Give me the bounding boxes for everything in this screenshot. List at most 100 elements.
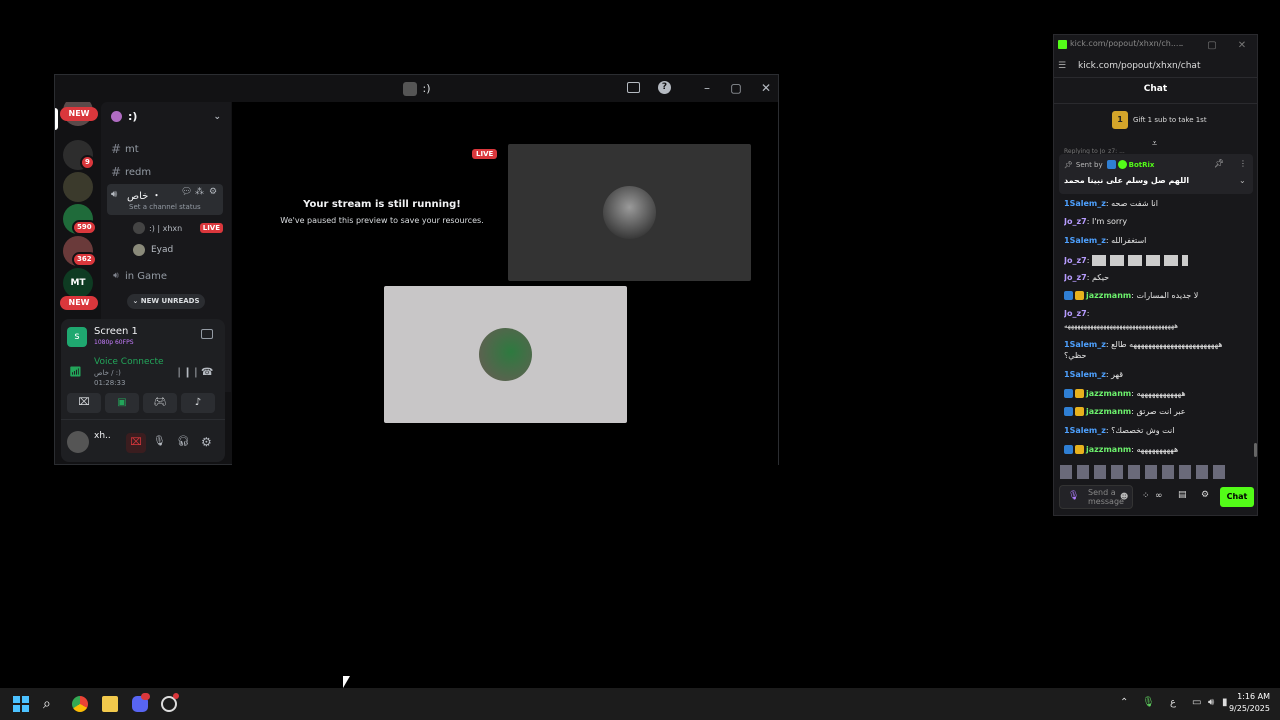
store-icon[interactable]: ▤ [1178,490,1187,500]
username[interactable]: xh.. [94,431,111,441]
stream-stage: LIVE Your stream is still running! We've… [232,102,778,465]
channel-name: redm [125,166,152,178]
chat-message[interactable]: 1Salem_z: قهر [1064,369,1252,380]
add-member-icon[interactable]: ⁂ [195,187,204,197]
emote-quick-bar[interactable] [1060,465,1230,479]
emoji-icon[interactable]: ☻ [1120,492,1128,501]
chat-header: Chat [1143,84,1168,94]
stop-stream-icon[interactable] [201,329,213,339]
gift-leaderboard-text[interactable]: Gift 1 sub to take 1st [1133,116,1207,124]
new-pill[interactable]: NEW [60,107,98,121]
screen-share-button[interactable]: ▣ [105,393,139,413]
video-tile[interactable] [384,286,627,423]
soundboard-icon[interactable]: ❘❙❘ [175,367,200,378]
voice-member[interactable]: :) | xhxn LIVE [133,220,223,236]
voice-channel-path[interactable]: خاص / :) [94,369,121,377]
inbox-icon[interactable] [627,82,640,93]
moderator-badge-icon [1064,407,1073,416]
poll-icon[interactable]: ⁘ [1142,491,1150,501]
crown-badge-icon [1075,407,1084,416]
live-badge: LIVE [472,149,498,159]
url-bar[interactable]: kick.com/popout/xhxn/chat [1078,61,1200,71]
scrollbar-thumb[interactable] [1254,443,1257,457]
gear-icon[interactable]: ⚙︎ [209,187,217,197]
taskbar: ⌕ ⌃ 🎙︎ ع ▭ 🔊︎ ▮ 1:16 AM 9/25/2025 [0,688,1280,720]
clock-date[interactable]: 9/25/2025 [1220,704,1270,713]
pinned-message[interactable]: 📌︎ Sent by BotRix اللهم صل وسلم على نبين… [1059,154,1253,194]
chrome-icon[interactable] [72,696,88,712]
chat-message[interactable]: 1Salem_z: ههههههههههههههههههههههههه طالع [1064,339,1252,350]
divider [61,419,225,420]
chat-message[interactable]: 1Salem_z: انا شفت صحه [1064,198,1252,209]
message-input[interactable]: 🎙︎ Send a message ☻ [1059,485,1133,509]
unpin-icon[interactable]: 📌︎ [1214,159,1224,168]
settings-gear-icon[interactable]: ⚙︎ [1201,490,1209,500]
user-panel: s Screen 1 1080p 60FPS 📶︎ Voice Connecte… [61,319,225,462]
chat-message[interactable]: jazzmanm: ههههههههههههه [1064,388,1252,399]
server-avatar-icon [402,81,417,96]
maximize-button[interactable]: ▢ [728,80,744,96]
server-header[interactable]: :) ⌄ [111,110,221,123]
microphone-icon[interactable]: 🎙︎ [1068,491,1079,501]
chevron-down-icon[interactable]: ⌄ [213,112,221,122]
channel-redm[interactable]: # redm [107,162,225,182]
search-icon[interactable]: ⌕ [43,696,59,712]
send-chat-button[interactable]: Chat [1220,487,1254,507]
voice-member[interactable]: Eyad [133,242,223,258]
soundboard-button[interactable]: ♪ [181,393,215,413]
file-explorer-icon[interactable] [102,696,118,712]
chevron-down-icon[interactable]: ⌄ [1239,176,1246,185]
headphones-icon[interactable]: 🎧︎ [177,436,190,447]
chat-message[interactable]: Jo_z7: I'm sorry [1064,216,1252,227]
camera-muted-icon[interactable]: ⌧ [126,433,146,453]
server-icon-mt[interactable]: MT [63,268,93,298]
chat-message[interactable]: jazzmanm: لا جديده المسارات [1064,290,1252,301]
voice-status[interactable]: Voice Connecte [94,357,166,367]
help-icon[interactable]: ? [658,81,671,94]
chat-icon[interactable]: 💬︎ [181,187,192,197]
notification-dot [173,693,179,699]
chat-message[interactable]: jazzmanm: ههههههههههه [1064,444,1252,455]
mention-badge: 9 [80,155,95,170]
clock-time[interactable]: 1:16 AM [1226,692,1270,701]
site-info-icon[interactable]: ☰ [1058,61,1066,71]
window-titlebar: :) ? – ▢ ✕ [55,75,778,102]
minimize-button[interactable]: – [1174,40,1188,51]
chat-message[interactable]: 1Salem_z: انت وش تخصصك؟ [1064,425,1252,436]
avatar[interactable] [67,431,89,453]
disconnect-icon[interactable]: ☎︎ [201,367,213,378]
signal-icon[interactable]: 📶︎ [69,367,82,378]
input-language[interactable]: ع [1170,697,1176,708]
voice-channel-active[interactable]: 🔊︎ خاص ・ 💬︎ ⁂ ⚙︎ Set a channel status [107,184,223,215]
volume-icon[interactable]: 🔊︎ [1208,697,1214,708]
camera-off-button[interactable]: ⌧ [67,393,101,413]
new-unreads-button[interactable]: ⌄ NEW UNREADS [127,294,205,309]
network-icon[interactable]: ▭ [1192,697,1201,708]
settings-gear-icon[interactable]: ⚙︎ [201,435,212,449]
chat-message[interactable]: jazzmanm: عبر انت صرتق [1064,406,1252,417]
chevron-up-icon[interactable]: ⌃ [1120,697,1128,708]
channel-mt[interactable]: # mt [107,139,225,159]
chat-message[interactable]: Jo_z7: حيكم [1064,272,1252,283]
maximize-button[interactable]: ▢ [1205,40,1219,51]
kick-logo-icon [1058,40,1067,49]
voice-timer: 01:28:33 [94,379,126,387]
channel-in-game[interactable]: 🔊︎ in Game [107,266,225,286]
microphone-icon[interactable]: 🎙︎ [153,436,166,447]
start-button[interactable] [13,696,29,712]
new-pill[interactable]: NEW [60,296,98,310]
minimize-button[interactable]: – [699,80,715,96]
close-button[interactable]: ✕ [1235,40,1249,51]
microphone-icon[interactable]: 🎙︎ [1142,697,1155,708]
chat-message[interactable]: Jo_z7: [1064,255,1252,266]
channel-status[interactable]: Set a channel status [129,203,201,211]
more-options-icon[interactable]: ⋮ [1239,159,1247,168]
chat-message[interactable]: Jo_z7: [1064,308,1252,319]
channel-name: mt [125,143,139,155]
chat-message[interactable]: 1Salem_z: استغفرالله [1064,235,1252,246]
infinity-icon[interactable]: ∞ [1155,491,1163,501]
video-tile[interactable] [508,144,751,281]
activity-button[interactable]: 🎮︎ [143,393,177,413]
server-icon[interactable] [63,172,93,202]
close-button[interactable]: ✕ [758,80,774,96]
